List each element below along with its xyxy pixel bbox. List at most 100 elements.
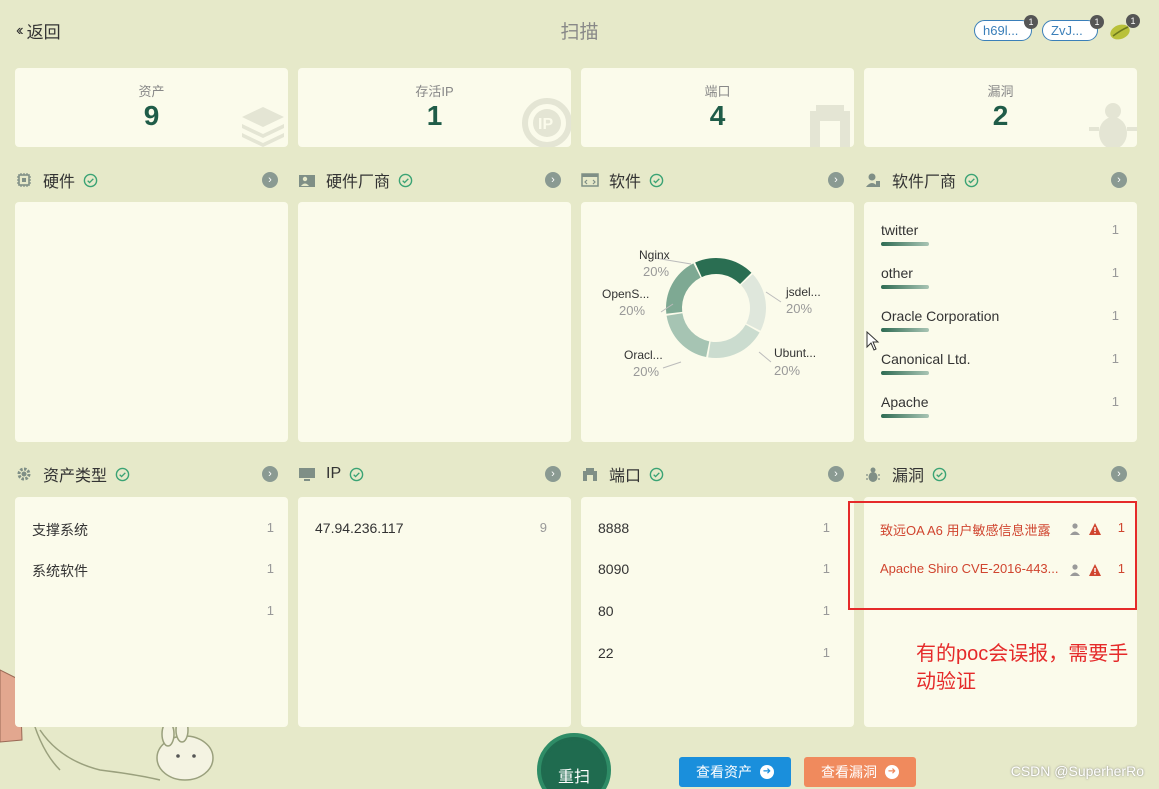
arrow-right-button[interactable]: › — [1111, 172, 1127, 188]
bug-icon — [864, 466, 882, 482]
section-header-software-vendor: 软件厂商 › — [864, 169, 1137, 191]
stat-card-vulns[interactable]: 漏洞 2 — [864, 68, 1137, 147]
task-pill-2[interactable]: ZvJ... 1 — [1042, 15, 1104, 41]
donut-slice-opens-[interactable] — [666, 263, 701, 314]
ip-icon: IP — [522, 98, 571, 147]
item-name: Canonical Ltd. — [881, 351, 971, 367]
person-icon — [864, 172, 882, 188]
user-image-icon — [298, 172, 316, 188]
donut-label: Oracl... — [624, 348, 663, 362]
donut-percent: 20% — [633, 364, 660, 379]
item-count: 1 — [266, 603, 274, 618]
section-title: 硬件厂商 — [326, 174, 391, 191]
donut-leader-line — [765, 291, 782, 303]
count-bar — [881, 371, 929, 375]
task-pill-1[interactable]: h69l... 1 — [974, 15, 1038, 41]
item-count: 1 — [1111, 308, 1119, 323]
watermark: CSDN @SuperherRo — [1010, 763, 1144, 779]
list-item[interactable]: twitter 1 — [881, 222, 1119, 246]
code-window-icon — [581, 172, 599, 188]
list-item[interactable]: 22 1 — [598, 645, 830, 665]
port-number: 8090 — [598, 561, 630, 577]
port-icon — [581, 466, 599, 482]
section-title: IP — [326, 465, 342, 482]
stat-card-live-ip[interactable]: 存活IP 1 IP — [298, 68, 571, 147]
stat-card-assets[interactable]: 资产 9 — [15, 68, 288, 147]
annotation-highlight-box — [848, 501, 1137, 610]
list-item[interactable]: 8888 1 — [598, 520, 830, 540]
count-bar — [881, 285, 929, 289]
item-name: other — [881, 265, 913, 281]
section-header-hardware-vendor: 硬件厂商 › — [298, 169, 571, 191]
count-bar — [881, 242, 929, 246]
donut-label: OpenS... — [602, 287, 650, 301]
item-count: 1 — [822, 645, 830, 660]
donut-leader-line — [758, 351, 772, 363]
arrow-right-button[interactable]: › — [545, 172, 561, 188]
arrow-right-button[interactable]: › — [262, 466, 278, 482]
arrow-right-button[interactable]: › — [262, 172, 278, 188]
annotation-line: 有的poc会误报，需要手 — [916, 643, 1129, 665]
annotation-line: 动验证 — [916, 671, 976, 693]
donut-slice-jsdel-[interactable] — [741, 274, 766, 331]
task-pill-label: ZvJ... — [1051, 23, 1083, 38]
section-header-hardware: 硬件 › — [15, 169, 288, 191]
monitor-icon — [298, 466, 316, 482]
svg-text:IP: IP — [538, 116, 553, 133]
check-circle-icon — [83, 173, 98, 187]
item-name: 支撑系统 — [32, 522, 88, 538]
donut-label: Nginx — [639, 248, 670, 262]
check-circle-icon — [964, 173, 979, 187]
rescan-button[interactable]: 重扫 — [537, 733, 611, 789]
leaf-icon[interactable]: 1 — [1109, 14, 1140, 40]
item-name: 系统软件 — [32, 563, 88, 579]
donut-percent: 20% — [619, 303, 646, 318]
list-item[interactable]: 系统软件 1 — [32, 561, 274, 581]
section-header-port: 端口 › — [581, 463, 854, 485]
hardware-vendor-panel — [298, 202, 571, 442]
hardware-panel — [15, 202, 288, 442]
list-item[interactable]: 8090 1 — [598, 561, 830, 581]
item-count: 9 — [539, 520, 547, 535]
arrow-right-button[interactable]: › — [828, 172, 844, 188]
arrow-right-icon: ➜ — [760, 765, 774, 779]
list-item[interactable]: 47.94.236.117 9 — [315, 520, 547, 540]
item-name: Apache — [881, 394, 929, 410]
section-title: 软件厂商 — [892, 174, 957, 191]
gear-icon — [15, 466, 33, 482]
view-assets-button[interactable]: 查看资产 ➜ — [679, 757, 791, 787]
arrow-right-button[interactable]: › — [545, 466, 561, 482]
item-count: 1 — [1111, 351, 1119, 366]
mouse-cursor-icon — [866, 331, 880, 351]
list-item[interactable]: Apache 1 — [881, 394, 1119, 418]
section-title: 端口 — [609, 468, 642, 485]
software-donut-chart — [654, 257, 782, 369]
port-icon — [810, 105, 850, 147]
arrow-right-button[interactable]: › — [828, 466, 844, 482]
arrow-right-button[interactable]: › — [1111, 466, 1127, 482]
item-count: 1 — [822, 520, 830, 535]
donut-slice-nginx[interactable] — [695, 258, 752, 284]
section-header-vuln: 漏洞 › — [864, 463, 1137, 485]
notification-badge: 1 — [1090, 15, 1104, 29]
list-item[interactable]: 1 — [32, 603, 274, 623]
section-title: 漏洞 — [892, 468, 925, 485]
item-count: 1 — [1111, 265, 1119, 280]
notification-badge: 1 — [1126, 14, 1140, 28]
donut-leader-line — [662, 361, 682, 369]
donut-slice-oracl-[interactable] — [666, 313, 710, 358]
donut-percent: 20% — [774, 363, 801, 378]
port-number: 22 — [598, 645, 614, 661]
donut-percent: 20% — [786, 301, 813, 316]
section-header-asset-type: 资产类型 › — [15, 463, 288, 485]
list-item[interactable]: 支撑系统 1 — [32, 520, 274, 540]
stat-card-ports[interactable]: 端口 4 — [581, 68, 854, 147]
list-item[interactable]: other 1 — [881, 265, 1119, 289]
list-item[interactable]: Oracle Corporation 1 — [881, 308, 1119, 332]
view-vulns-button[interactable]: 查看漏洞 ➜ — [804, 757, 916, 787]
donut-slice-ubunt-[interactable] — [708, 324, 760, 358]
list-item[interactable]: Canonical Ltd. 1 — [881, 351, 1119, 375]
check-circle-icon — [115, 467, 130, 481]
bug-icon — [1089, 103, 1137, 147]
list-item[interactable]: 80 1 — [598, 603, 830, 623]
